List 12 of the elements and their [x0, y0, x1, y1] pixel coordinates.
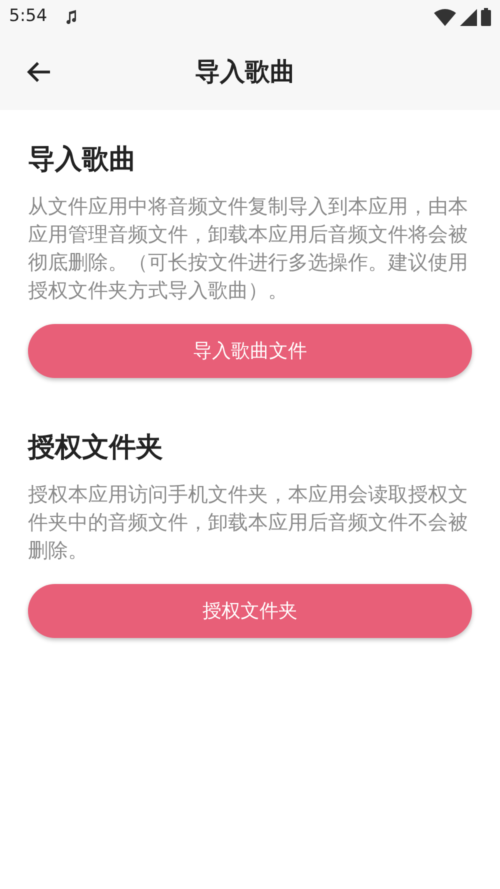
page-title: 导入歌曲 [195, 56, 295, 88]
section-description: 授权本应用访问手机文件夹，本应用会读取授权文件夹中的音频文件，卸载本应用后音频文件不会被删除。 [28, 481, 469, 564]
status-time: 5:54 [9, 5, 48, 28]
action-button[interactable]: 授权文件夹 [28, 584, 472, 638]
section-description: 从文件应用中将音频文件复制导入到本应用，由本应用管理音频文件，卸载本应用后音频文件将会被彻底删除。（可长按文件进行多选操作。建议使用授权文件夹方式导入歌曲）。 [28, 193, 469, 304]
section-title: 授权文件夹 [28, 431, 164, 465]
music-note-icon [65, 10, 78, 24]
battery-icon [481, 8, 491, 26]
wifi-icon [434, 8, 456, 26]
signal-icon [460, 8, 477, 26]
action-button[interactable]: 导入歌曲文件 [28, 324, 472, 378]
section-title: 导入歌曲 [28, 143, 137, 177]
